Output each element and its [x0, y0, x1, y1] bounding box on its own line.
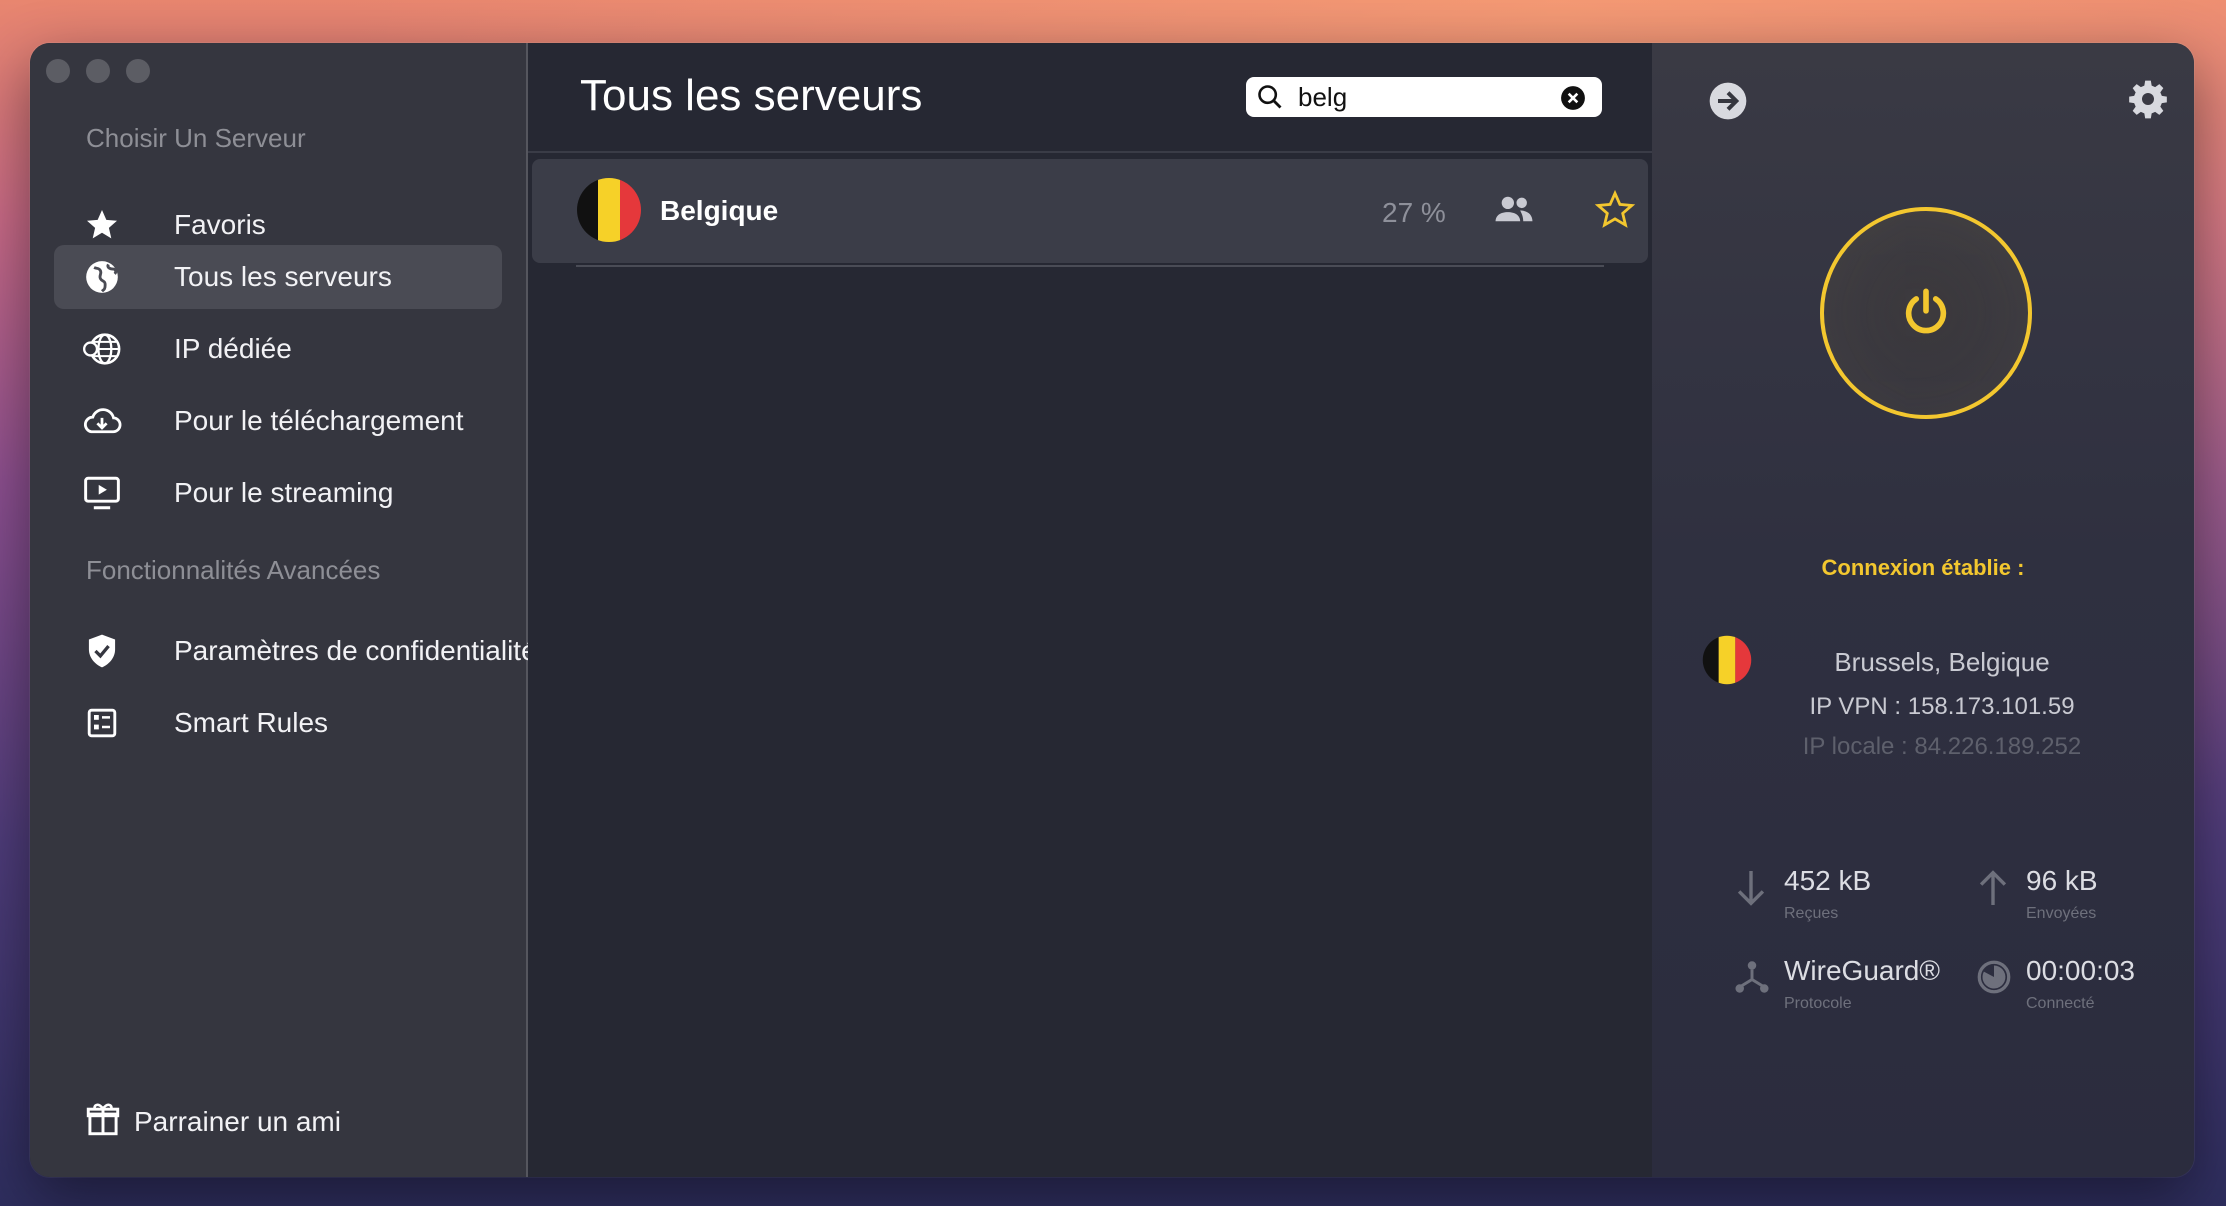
close-window-button[interactable]	[46, 59, 70, 83]
power-icon	[1900, 287, 1952, 344]
connected-location: Brussels, Belgique	[1834, 647, 2050, 677]
sidebar-item-download[interactable]: Pour le téléchargement	[54, 389, 502, 453]
page-title: Tous les serveurs	[580, 71, 923, 120]
list-header: Tous les serveurs	[528, 43, 1652, 153]
sidebar-item-label: Pour le streaming	[174, 477, 394, 508]
sidebar-item-label: Tous les serveurs	[174, 261, 392, 292]
stat-value: 96 kB	[2026, 865, 2098, 896]
connection-panel: Connexion établie : Brussels, Belgique I…	[1652, 43, 2194, 1177]
connection-status: Connexion établie :	[1821, 555, 2025, 580]
window-controls	[46, 59, 150, 83]
users-icon	[1494, 193, 1534, 230]
dedicated-ip-globe-icon	[82, 331, 122, 367]
vpn-ip: IP VPN : 158.173.101.59	[1809, 693, 2075, 720]
stat-value: WireGuard®	[1784, 955, 1940, 986]
arrow-up-icon	[1976, 869, 2010, 912]
stat-value: 452 kB	[1784, 865, 1872, 896]
section-title-advanced: Fonctionnalités Avancées	[86, 555, 381, 585]
list-divider	[576, 265, 1604, 267]
zoom-window-button[interactable]	[126, 59, 150, 83]
arrow-right-circle-icon[interactable]	[1708, 81, 1748, 126]
sidebar-item-label: Paramètres de confidentialité	[174, 635, 537, 666]
gear-icon[interactable]	[2128, 79, 2168, 124]
server-row-belgique[interactable]: Belgique 27 %	[532, 159, 1648, 263]
stat-label: Reçues	[1784, 905, 1839, 922]
sidebar-item-label: Pour le téléchargement	[174, 405, 464, 436]
minimize-window-button[interactable]	[86, 59, 110, 83]
globe-icon	[82, 259, 122, 295]
search-icon	[1256, 83, 1284, 116]
sidebar-item-label: Favoris	[174, 209, 266, 240]
star-icon	[82, 207, 122, 243]
clear-icon[interactable]	[1560, 85, 1586, 116]
play-screen-icon	[82, 475, 122, 511]
server-name: Belgique	[660, 195, 779, 226]
stat-label: Protocole	[1784, 995, 1852, 1012]
sidebar-item-smart-rules[interactable]: Smart Rules	[54, 691, 502, 755]
app-window: Choisir Un Serveur Favoris Tous les serv…	[30, 43, 2194, 1177]
cloud-download-icon	[82, 403, 122, 439]
checklist-icon	[82, 705, 122, 741]
section-title-servers: Choisir Un Serveur	[86, 123, 306, 153]
arrow-down-icon	[1734, 869, 1768, 912]
search-box[interactable]	[1246, 77, 1602, 117]
gift-icon	[86, 1101, 120, 1142]
sidebar-item-streaming[interactable]: Pour le streaming	[54, 461, 502, 525]
stat-value: 00:00:03	[2026, 955, 2135, 986]
sidebar-item-label: Smart Rules	[174, 707, 329, 738]
sidebar-item-dedicated-ip[interactable]: IP dédiée	[54, 317, 502, 381]
power-button[interactable]	[1820, 207, 2032, 419]
belgium-flag-icon	[576, 177, 642, 248]
server-load: 27 %	[1382, 197, 1446, 228]
protocol-nodes-icon	[1734, 959, 1770, 1000]
timer-icon	[1976, 959, 2012, 1000]
stat-label: Connecté	[2026, 995, 2095, 1012]
sidebar: Choisir Un Serveur Favoris Tous les serv…	[30, 43, 537, 1177]
refer-friend-button[interactable]: Parrainer un ami	[86, 1101, 341, 1142]
stat-label: Envoyées	[2026, 905, 2097, 922]
star-outline-icon[interactable]	[1594, 189, 1636, 236]
sidebar-item-label: IP dédiée	[174, 333, 292, 364]
server-list-panel: Tous les serveurs belg Belgique 27 %	[528, 43, 1652, 1177]
refer-friend-label: Parrainer un ami	[134, 1105, 341, 1137]
sidebar-item-all-servers[interactable]: Tous les serveurs	[54, 245, 502, 309]
belgium-flag-icon	[1702, 635, 1752, 690]
search-input[interactable]	[1298, 81, 1548, 113]
shield-check-icon	[82, 633, 122, 669]
sidebar-item-privacy[interactable]: Paramètres de confidentialité	[54, 619, 537, 683]
local-ip: IP locale : 84.226.189.252	[1802, 733, 2082, 760]
